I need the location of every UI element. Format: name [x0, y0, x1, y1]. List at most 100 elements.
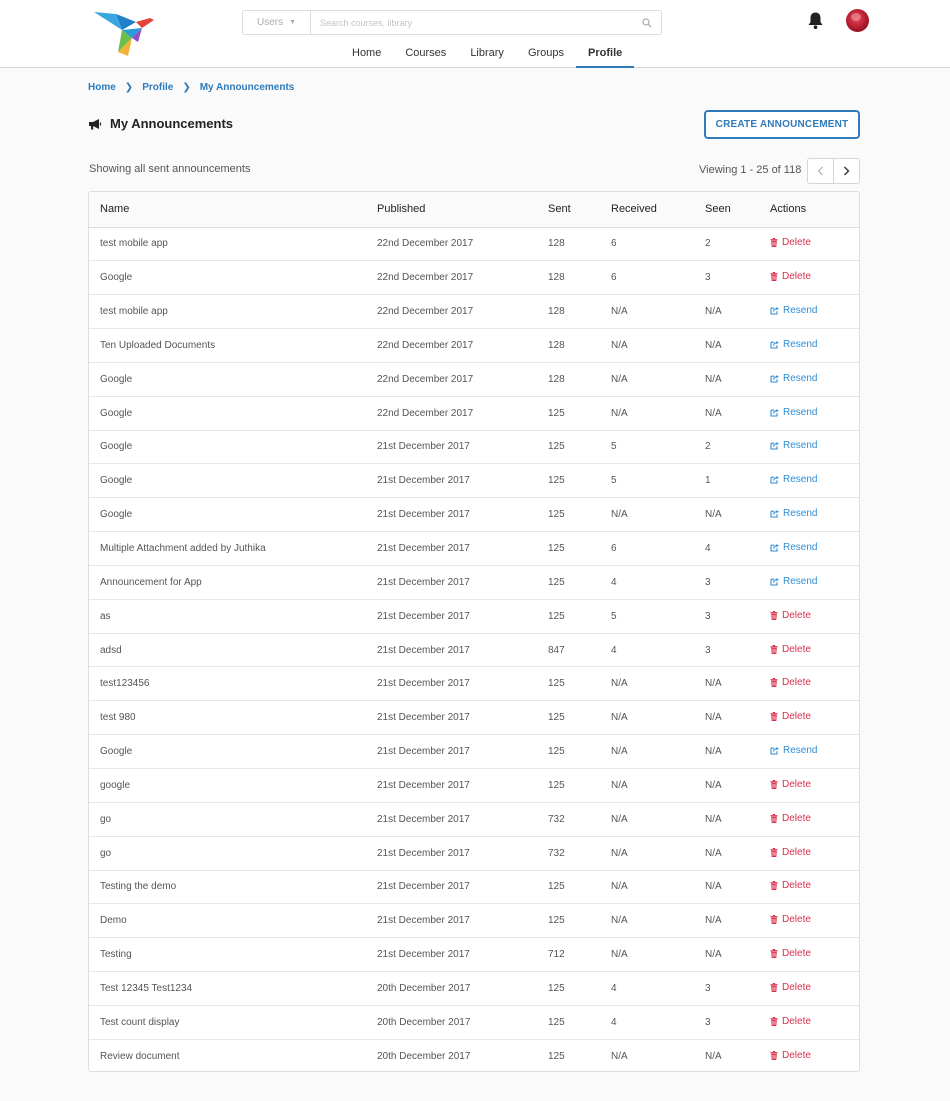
- share-icon: [770, 408, 779, 417]
- cell-actions: Delete: [759, 903, 859, 939]
- table-row: go 21st December 2017 732 N/A N/A Delete: [89, 802, 859, 837]
- search-input[interactable]: [311, 11, 633, 34]
- column-header-published[interactable]: Published: [366, 192, 537, 228]
- cell-actions: Resend: [759, 328, 859, 363]
- cell-sent: 125: [537, 531, 600, 566]
- cell-received: 5: [600, 599, 694, 634]
- cell-name: as: [89, 599, 366, 634]
- resend-button[interactable]: Resend: [770, 305, 817, 316]
- cell-sent: 732: [537, 836, 600, 871]
- search-scope-dropdown[interactable]: Users ▼: [243, 11, 311, 34]
- column-header-sent[interactable]: Sent: [537, 192, 600, 228]
- create-announcement-button[interactable]: CREATE ANNOUNCEMENT: [704, 110, 860, 139]
- cell-actions: Delete: [759, 666, 859, 702]
- page-title: My Announcements: [110, 116, 234, 131]
- delete-button[interactable]: Delete: [770, 880, 811, 891]
- resend-button[interactable]: Resend: [770, 508, 817, 519]
- viewing-range: Viewing 1 - 25 of 118: [699, 164, 802, 176]
- delete-button[interactable]: Delete: [770, 948, 811, 959]
- cell-received: N/A: [600, 700, 694, 736]
- cell-name: test mobile app: [89, 227, 366, 262]
- trash-icon: [770, 779, 778, 789]
- table-row: as 21st December 2017 125 5 3 Delete: [89, 599, 859, 634]
- main-nav: Home Courses Library Groups Profile: [340, 40, 635, 68]
- cell-sent: 125: [537, 1005, 600, 1040]
- nav-groups[interactable]: Groups: [516, 40, 576, 68]
- delete-button[interactable]: Delete: [770, 1016, 811, 1027]
- cell-name: Announcement for App: [89, 565, 366, 600]
- delete-button[interactable]: Delete: [770, 610, 811, 621]
- cell-sent: 128: [537, 227, 600, 262]
- cell-received: N/A: [600, 666, 694, 702]
- action-label: Delete: [782, 711, 811, 723]
- resend-button[interactable]: Resend: [770, 542, 817, 553]
- delete-button[interactable]: Delete: [770, 914, 811, 925]
- breadcrumb-my-announcements[interactable]: My Announcements: [200, 82, 295, 93]
- delete-button[interactable]: Delete: [770, 1050, 811, 1061]
- search-button[interactable]: [633, 17, 661, 28]
- delete-button[interactable]: Delete: [770, 677, 811, 688]
- table-row: Google 21st December 2017 125 N/A N/A Resend: [89, 497, 859, 533]
- breadcrumb-home[interactable]: Home: [88, 82, 116, 93]
- cell-published: 21st December 2017: [366, 666, 537, 702]
- delete-button[interactable]: Delete: [770, 813, 811, 824]
- resend-button[interactable]: Resend: [770, 745, 817, 756]
- delete-button[interactable]: Delete: [770, 271, 811, 282]
- action-label: Delete: [782, 237, 811, 249]
- table-row: Google 22nd December 2017 128 6 3 Delete: [89, 260, 859, 296]
- cell-seen: 3: [694, 260, 759, 296]
- table-row: Google 21st December 2017 125 5 1 Resend: [89, 463, 859, 499]
- nav-home[interactable]: Home: [340, 40, 393, 68]
- table-row: Testing the demo 21st December 2017 125 N/A…: [89, 870, 859, 905]
- column-header-seen[interactable]: Seen: [694, 192, 759, 228]
- table-row: google 21st December 2017 125 N/A N/A Delete: [89, 768, 859, 803]
- cell-actions: Delete: [759, 1005, 859, 1040]
- trash-icon: [770, 813, 778, 823]
- cell-name: Multiple Attachment added by Juthika: [89, 531, 366, 566]
- cell-received: N/A: [600, 328, 694, 363]
- cell-actions: Resend: [759, 362, 859, 397]
- cell-received: N/A: [600, 734, 694, 769]
- resend-button[interactable]: Resend: [770, 407, 817, 418]
- nav-courses[interactable]: Courses: [393, 40, 458, 68]
- trash-icon: [770, 1050, 778, 1060]
- cell-published: 21st December 2017: [366, 497, 537, 533]
- chevron-right-icon: [844, 166, 850, 176]
- action-label: Resend: [783, 575, 818, 587]
- cell-received: 6: [600, 260, 694, 296]
- column-header-name[interactable]: Name: [89, 192, 366, 228]
- delete-button[interactable]: Delete: [770, 779, 811, 790]
- delete-button[interactable]: Delete: [770, 982, 811, 993]
- table-header-row: Name Published Sent Received Seen Action…: [89, 192, 859, 228]
- cell-sent: 125: [537, 870, 600, 905]
- resend-button[interactable]: Resend: [770, 440, 817, 451]
- column-header-received[interactable]: Received: [600, 192, 694, 228]
- hummingbird-logo[interactable]: [92, 8, 156, 58]
- cell-sent: 732: [537, 802, 600, 837]
- cell-published: 21st December 2017: [366, 836, 537, 871]
- cell-actions: Delete: [759, 768, 859, 803]
- table-row: test mobile app 22nd December 2017 128 N/A N…: [89, 294, 859, 330]
- avatar[interactable]: [846, 9, 869, 32]
- cell-received: 5: [600, 463, 694, 499]
- cell-sent: 128: [537, 294, 600, 330]
- cell-name: Ten Uploaded Documents: [89, 328, 366, 363]
- delete-button[interactable]: Delete: [770, 644, 811, 655]
- delete-button[interactable]: Delete: [770, 847, 811, 858]
- bell-icon[interactable]: [807, 11, 824, 30]
- resend-button[interactable]: Resend: [770, 474, 817, 485]
- cell-actions: Delete: [759, 802, 859, 837]
- delete-button[interactable]: Delete: [770, 711, 811, 722]
- next-page-button[interactable]: [833, 159, 859, 183]
- resend-button[interactable]: Resend: [770, 373, 817, 384]
- cell-seen: 3: [694, 565, 759, 600]
- prev-page-button[interactable]: [808, 159, 833, 183]
- pagination: [807, 158, 860, 184]
- nav-library[interactable]: Library: [458, 40, 516, 68]
- resend-button[interactable]: Resend: [770, 339, 817, 350]
- nav-profile[interactable]: Profile: [576, 40, 635, 68]
- resend-button[interactable]: Resend: [770, 576, 817, 587]
- cell-seen: N/A: [694, 836, 759, 871]
- delete-button[interactable]: Delete: [770, 237, 811, 248]
- breadcrumb-profile[interactable]: Profile: [142, 82, 173, 93]
